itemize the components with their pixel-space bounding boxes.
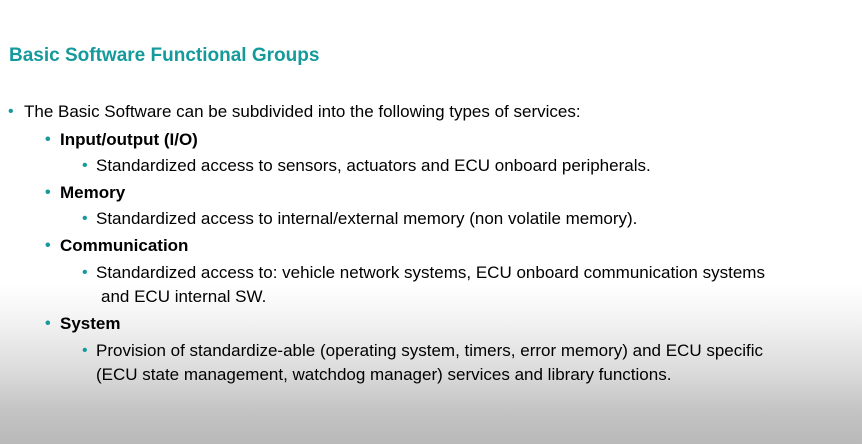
- intro-bullet: • The Basic Software can be subdivided i…: [8, 100, 581, 124]
- group-system-label: System: [60, 314, 121, 333]
- group-communication-detail: • Standardized access to: vehicle networ…: [82, 261, 765, 285]
- group-memory-detail: • Standardized access to internal/extern…: [82, 207, 638, 231]
- group-system: • System: [45, 312, 121, 336]
- intro-text: The Basic Software can be subdivided int…: [24, 102, 581, 121]
- group-io-label: Input/output (I/O): [60, 130, 198, 149]
- bullet-dot: •: [45, 237, 51, 254]
- bullet-list: • The Basic Software can be subdivided i…: [0, 0, 862, 444]
- group-communication-detail-text-2: and ECU internal SW.: [101, 287, 267, 306]
- bullet-dot: •: [82, 342, 88, 359]
- bullet-dot: •: [45, 131, 51, 148]
- bullet-dot: •: [82, 210, 88, 227]
- bullet-dot: •: [8, 103, 14, 120]
- group-io: • Input/output (I/O): [45, 128, 198, 152]
- group-memory-detail-text: Standardized access to internal/external…: [96, 209, 638, 228]
- group-system-detail: • Provision of standardize-able (operati…: [82, 339, 764, 363]
- bullet-dot: •: [45, 315, 51, 332]
- group-memory: • Memory: [45, 181, 126, 205]
- bullet-dot: •: [82, 157, 88, 174]
- group-system-detail-text-2: (ECU state management, watchdog manager)…: [96, 365, 672, 384]
- bullet-dot: •: [82, 264, 88, 281]
- group-system-detail-text-1: Provision of standardize-able (operating…: [96, 341, 764, 360]
- group-system-detail-cont: (ECU state management, watchdog manager)…: [96, 363, 671, 387]
- group-communication: • Communication: [45, 234, 189, 258]
- group-communication-label: Communication: [60, 236, 189, 255]
- group-io-detail-text: Standardized access to sensors, actuator…: [96, 156, 651, 175]
- group-memory-label: Memory: [60, 183, 126, 202]
- bullet-dot: •: [45, 184, 51, 201]
- group-io-detail: • Standardized access to sensors, actuat…: [82, 154, 651, 178]
- group-communication-detail-text-1: Standardized access to: vehicle network …: [96, 263, 765, 282]
- group-communication-detail-cont: and ECU internal SW.: [101, 285, 266, 309]
